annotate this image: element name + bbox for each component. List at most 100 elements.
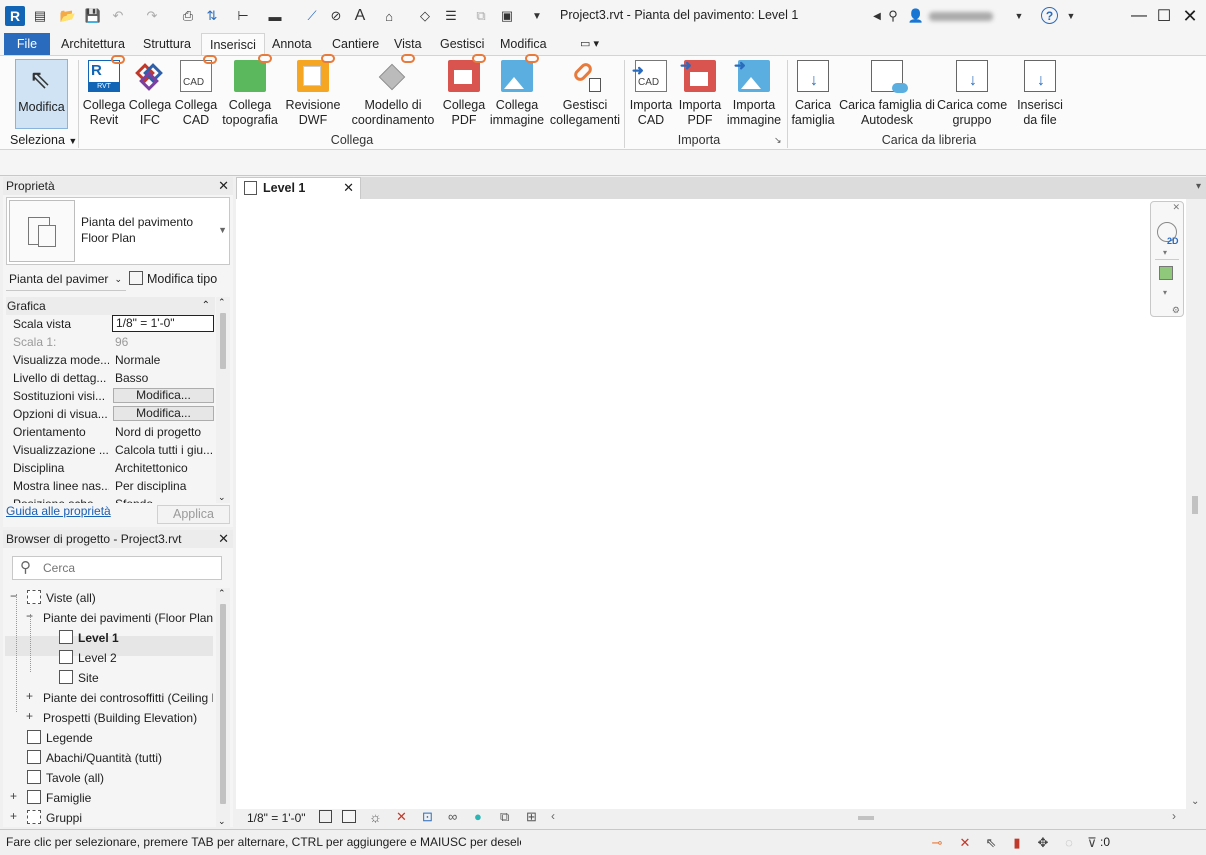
- modify-button[interactable]: ⇖ Modifica: [15, 59, 68, 129]
- user-icon[interactable]: 👤: [907, 7, 925, 25]
- horizontal-scroll-thumb[interactable]: [858, 816, 874, 820]
- tree-item-sheets[interactable]: Tavole (all): [27, 768, 104, 788]
- user-name[interactable]: [929, 12, 993, 21]
- link-topography-button[interactable]: Collega topografia: [220, 54, 280, 128]
- select-by-face-icon[interactable]: ▮: [1008, 834, 1026, 852]
- tab-file[interactable]: File: [4, 33, 50, 55]
- drawing-canvas[interactable]: [236, 199, 1186, 809]
- text-icon[interactable]: A: [351, 7, 369, 25]
- section-icon[interactable]: ◇: [416, 7, 434, 25]
- import-cad-button[interactable]: CAD ➜ Importa CAD: [626, 60, 676, 128]
- load-family-button[interactable]: ↓ Carica famiglia: [789, 60, 837, 128]
- search-input[interactable]: [43, 560, 213, 576]
- spot-elevation-icon[interactable]: ⟋: [303, 7, 321, 25]
- link-ifc-button[interactable]: Collega IFC: [128, 60, 172, 128]
- tab-gestisci[interactable]: Gestisci: [432, 33, 492, 55]
- drag-elements-icon[interactable]: ✥: [1034, 834, 1052, 852]
- expand-toggle-icon[interactable]: +: [26, 689, 33, 703]
- expand-toggle-icon[interactable]: +: [10, 789, 17, 803]
- tree-item-schedules[interactable]: Abachi/Quantità (tutti): [27, 748, 162, 768]
- filter-icon[interactable]: ⊽: [1083, 834, 1101, 852]
- tree-item-families[interactable]: Famiglie: [27, 788, 91, 808]
- reveal-hidden-icon[interactable]: ⧉: [500, 809, 509, 825]
- sync-icon[interactable]: ⇅: [203, 7, 221, 25]
- minimize-icon[interactable]: —: [1127, 4, 1151, 28]
- property-value[interactable]: Per disciplina: [112, 477, 214, 495]
- link-image-button[interactable]: Collega immagine: [488, 54, 546, 128]
- scroll-thumb[interactable]: [220, 604, 226, 804]
- load-autodesk-family-button[interactable]: Carica famiglia di Autodesk: [839, 60, 935, 128]
- type-selector[interactable]: Pianta del pavimento Floor Plan ▼: [6, 197, 230, 265]
- dwf-markup-button[interactable]: Revisione DWF: [282, 54, 344, 128]
- dialog-launcher-icon[interactable]: ↘: [774, 135, 782, 146]
- scroll-up-icon[interactable]: ⌃: [218, 588, 226, 599]
- property-value[interactable]: Architettonico: [112, 459, 214, 477]
- instance-filter-dropdown[interactable]: Pianta del pavimer ⌄: [6, 269, 126, 291]
- close-icon[interactable]: ✕: [1178, 4, 1202, 28]
- shadows-icon[interactable]: ✕: [396, 809, 407, 825]
- tree-item-ceiling-plans[interactable]: Piante dei controsoffitti (Ceiling Plan): [43, 688, 213, 708]
- property-value[interactable]: Sfondo: [112, 495, 214, 503]
- chevron-down-icon[interactable]: ▾: [1163, 248, 1167, 257]
- scroll-thumb[interactable]: [220, 313, 226, 369]
- tree-item-legends[interactable]: Legende: [27, 728, 93, 748]
- tab-struttura[interactable]: Struttura: [135, 33, 199, 55]
- edit-type-button[interactable]: Modifica tipo: [129, 269, 231, 291]
- binoculars-icon[interactable]: ⚲: [884, 7, 902, 25]
- close-icon[interactable]: ✕: [218, 530, 229, 548]
- help-icon[interactable]: ?: [1041, 7, 1058, 24]
- switch-windows-icon[interactable]: ▣: [498, 7, 516, 25]
- visual-style-icon[interactable]: [342, 810, 356, 823]
- tabs-menu-icon[interactable]: ▾: [1196, 181, 1201, 192]
- tab-architettura[interactable]: Architettura: [53, 33, 133, 55]
- properties-help-link[interactable]: Guida alle proprietà: [6, 504, 111, 518]
- home-icon[interactable]: ▤: [31, 7, 49, 25]
- tree-item-viste[interactable]: Viste (all): [27, 588, 96, 608]
- load-as-group-button[interactable]: ↓ Carica come gruppo: [937, 60, 1007, 128]
- property-value[interactable]: Basso: [112, 369, 214, 387]
- browser-search[interactable]: ⚲: [12, 556, 222, 580]
- select-underlay-icon[interactable]: ✕: [956, 834, 974, 852]
- section-grafica[interactable]: Grafica ⌃: [6, 297, 215, 315]
- tree-item-groups[interactable]: Gruppi: [27, 808, 82, 827]
- expand-toggle-icon[interactable]: +: [10, 809, 17, 823]
- tab-inserisci[interactable]: Inserisci: [201, 33, 265, 55]
- link-revit-button[interactable]: R RVT Collega Revit: [80, 55, 128, 128]
- import-image-button[interactable]: ➜ Importa immagine: [724, 58, 784, 128]
- zoom-region-icon[interactable]: [1159, 266, 1173, 280]
- select-pinned-icon[interactable]: ⇖: [982, 834, 1000, 852]
- expand-toggle-icon[interactable]: +: [26, 709, 33, 723]
- redo-icon[interactable]: ↷: [143, 7, 161, 25]
- coordination-model-button[interactable]: Modello di coordinamento: [346, 54, 440, 128]
- customize-toolbar-icon[interactable]: ▼: [528, 7, 546, 25]
- tab-annota[interactable]: Annota: [264, 33, 320, 55]
- detail-level-icon[interactable]: [319, 810, 332, 823]
- link-cad-button[interactable]: CAD Collega CAD: [172, 55, 220, 128]
- scroll-up-icon[interactable]: ⌃: [218, 297, 226, 308]
- temporary-hide-icon[interactable]: ●: [474, 809, 482, 824]
- help-menu-chevron-icon[interactable]: ▼: [1062, 7, 1080, 25]
- maximize-icon[interactable]: ☐: [1152, 4, 1176, 28]
- tree-item-site[interactable]: Site: [59, 668, 99, 688]
- aligned-dimension-icon[interactable]: ⊢: [234, 7, 252, 25]
- measure-icon[interactable]: ▬: [266, 7, 284, 25]
- browser-scrollbar[interactable]: ⌃ ⌄: [216, 588, 230, 827]
- tag-icon[interactable]: ⊘: [327, 7, 345, 25]
- link-pdf-button[interactable]: Collega PDF: [442, 54, 486, 128]
- tree-item-level-2[interactable]: Level 2: [59, 648, 117, 668]
- import-pdf-button[interactable]: ➜ Importa PDF: [676, 58, 724, 128]
- chevron-down-icon[interactable]: ▾: [1163, 288, 1167, 297]
- settings-icon[interactable]: ⚙: [1172, 305, 1180, 316]
- thin-lines-icon[interactable]: ☰: [442, 7, 460, 25]
- manage-links-button[interactable]: Gestisci collegamenti: [548, 60, 622, 128]
- property-value[interactable]: Calcola tutti i giu...: [112, 441, 214, 459]
- property-value[interactable]: Nord di progetto: [112, 423, 214, 441]
- save-icon[interactable]: 💾: [84, 7, 102, 25]
- tab-vista[interactable]: Vista: [386, 33, 430, 55]
- canvas-vertical-scrollbar[interactable]: ⌄: [1186, 199, 1206, 809]
- close-icon[interactable]: ✕: [343, 180, 354, 196]
- scroll-down-icon[interactable]: ⌄: [1191, 796, 1199, 807]
- crop-view-icon[interactable]: ⊡: [422, 809, 433, 825]
- scroll-right-icon[interactable]: ›: [1172, 809, 1176, 823]
- edit-button[interactable]: Modifica...: [113, 388, 214, 403]
